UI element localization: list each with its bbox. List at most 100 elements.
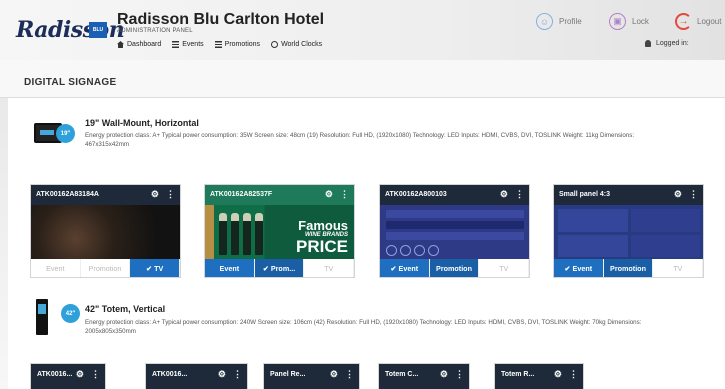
size-badge: 19" (56, 124, 75, 143)
tab-event[interactable]: ✔ Event (554, 259, 604, 277)
device-card-collapsed[interactable]: ATK0016... ⚙ ⋮ (30, 363, 106, 389)
nav-label: World Clocks (281, 41, 323, 48)
card-mode-tabs: Event Promotion ✔ TV (31, 259, 180, 277)
promo-text: Famous WINE BRANDS PRICE (296, 218, 348, 256)
nav-promotions[interactable]: Promotions (214, 41, 261, 48)
lock-button[interactable]: ▣ Lock (609, 13, 649, 30)
device-card-collapsed[interactable]: Totem C... ⚙ ⋮ (378, 363, 470, 389)
tab-promotion[interactable]: Promotion (80, 259, 131, 277)
card-mode-tabs: ✔ Event Promotion TV (380, 259, 529, 277)
logged-in-label: Logged in: (656, 40, 689, 47)
more-vertical-icon[interactable]: ⋮ (340, 189, 349, 200)
tab-event[interactable]: ✔ Event (380, 259, 430, 277)
tab-tv[interactable]: TV (304, 259, 354, 277)
bell-icon[interactable] (645, 40, 651, 47)
main-nav: Dashboard Events Promotions World Clocks (117, 41, 322, 48)
lock-icon: ▣ (609, 13, 626, 30)
product-description: Energy protection class: A+ Typical powe… (85, 318, 715, 336)
tab-promotion[interactable]: Promotion (429, 259, 480, 277)
card-header: Small panel 4:3 ⚙ ⋮ (554, 185, 703, 205)
more-vertical-icon[interactable]: ⋮ (455, 369, 464, 380)
gear-icon[interactable]: ⚙ (554, 369, 562, 380)
tab-tv[interactable]: ✔ TV (130, 259, 180, 277)
gear-icon[interactable]: ⚙ (325, 189, 333, 200)
card-header: ATK00162A82537F ⚙ ⋮ (205, 185, 354, 205)
card-title: ATK0016... (152, 371, 188, 378)
nav-label: Events (182, 41, 204, 48)
card-header: ATK00162A83184A ⚙ ⋮ (31, 185, 180, 205)
card-title: Totem C... (385, 371, 419, 378)
nav-events[interactable]: Events (172, 41, 204, 48)
logout-button[interactable]: → Logout (675, 13, 721, 30)
admin-panel-subtitle: ADMINISTRATION PANEL (117, 28, 193, 34)
tab-event[interactable]: Event (205, 259, 255, 277)
more-vertical-icon[interactable]: ⋮ (569, 369, 578, 380)
nav-dashboard[interactable]: Dashboard (117, 41, 161, 48)
nav-label: Dashboard (127, 41, 162, 48)
more-vertical-icon[interactable]: ⋮ (515, 189, 524, 200)
card-title: ATK00162A83184A (36, 191, 99, 198)
page-title: DIGITAL SIGNAGE (24, 77, 117, 88)
device-card[interactable]: ATK00162A82537F ⚙ ⋮ Famous WINE BRANDS P… (204, 184, 355, 278)
gear-icon[interactable]: ⚙ (674, 189, 682, 200)
more-vertical-icon[interactable]: ⋮ (345, 369, 354, 380)
brand-badge: BLU (89, 22, 107, 38)
gear-icon[interactable]: ⚙ (500, 189, 508, 200)
totem-display-icon (36, 299, 48, 335)
product-desc-line: Energy protection class: A+ Typical powe… (85, 132, 635, 139)
home-icon (117, 41, 124, 48)
card-mode-tabs: ✔ Event Promotion TV (554, 259, 703, 277)
product-desc-line: Energy protection class: A+ Typical powe… (85, 319, 642, 326)
logout-label: Logout (697, 17, 722, 26)
gear-icon[interactable]: ⚙ (330, 369, 338, 380)
gear-icon[interactable]: ⚙ (76, 369, 84, 380)
wine-bottles (219, 213, 263, 255)
device-card[interactable]: Small panel 4:3 ⚙ ⋮ ✔ Event Promotion TV (553, 184, 704, 278)
list-icon (214, 41, 222, 48)
more-vertical-icon[interactable]: ⋮ (689, 189, 698, 200)
card-title: Panel Re... (270, 371, 306, 378)
more-vertical-icon[interactable]: ⋮ (166, 189, 175, 200)
gear-icon[interactable]: ⚙ (440, 369, 448, 380)
tab-event[interactable]: Event (31, 259, 81, 277)
list-icon (172, 41, 180, 48)
more-vertical-icon[interactable]: ⋮ (233, 369, 242, 380)
card-header: ATK00162A800103 ⚙ ⋮ (380, 185, 529, 205)
brand-logo[interactable]: Radisson (16, 17, 125, 43)
gear-icon[interactable]: ⚙ (218, 369, 226, 380)
card-title: Small panel 4:3 (559, 191, 610, 198)
product-desc-line: 2005x805x350mm (85, 328, 136, 335)
card-mode-tabs: Event ✔ Prom... TV (205, 259, 354, 277)
device-card-collapsed[interactable]: ATK0016... ⚙ ⋮ (145, 363, 248, 389)
tab-promotion[interactable]: ✔ Prom... (254, 259, 305, 277)
gear-icon[interactable]: ⚙ (151, 189, 159, 200)
tab-tv[interactable]: TV (653, 259, 703, 277)
logout-icon: → (675, 13, 692, 30)
user-icon: ☺ (536, 13, 553, 30)
device-card[interactable]: ATK00162A83184A ⚙ ⋮ Event Promotion ✔ TV (30, 184, 181, 278)
product-desc-line: 467x315x42mm (85, 141, 130, 148)
tab-tv[interactable]: TV (479, 259, 529, 277)
clock-icon (271, 41, 279, 48)
device-card-collapsed[interactable]: Panel Re... ⚙ ⋮ (263, 363, 360, 389)
card-title: Totem R... (501, 371, 535, 378)
product-title: 19" Wall-Mount, Horizontal (85, 118, 199, 128)
more-vertical-icon[interactable]: ⋮ (91, 369, 100, 380)
size-badge: 42" (61, 304, 80, 323)
header-bar: Radisson BLU Radisson Blu Carlton Hotel … (0, 0, 725, 60)
card-title: ATK00162A82537F (210, 191, 273, 198)
card-preview (380, 205, 529, 261)
tab-promotion[interactable]: Promotion (603, 259, 654, 277)
device-card-collapsed[interactable]: Totem R... ⚙ ⋮ (494, 363, 584, 389)
card-preview (554, 205, 703, 261)
nav-label: Promotions (224, 41, 261, 48)
left-background-strip (0, 98, 8, 389)
nav-world-clocks[interactable]: World Clocks (271, 41, 322, 48)
product-description: Energy protection class: A+ Typical powe… (85, 131, 715, 149)
card-preview: Famous WINE BRANDS PRICE (205, 205, 354, 261)
product-title: 42" Totem, Vertical (85, 304, 166, 314)
device-card[interactable]: ATK00162A800103 ⚙ ⋮ ✔ Event Promotion TV (379, 184, 530, 278)
profile-button[interactable]: ☺ Profile (536, 13, 582, 30)
profile-label: Profile (559, 17, 582, 26)
hotel-title: Radisson Blu Carlton Hotel (117, 11, 325, 28)
